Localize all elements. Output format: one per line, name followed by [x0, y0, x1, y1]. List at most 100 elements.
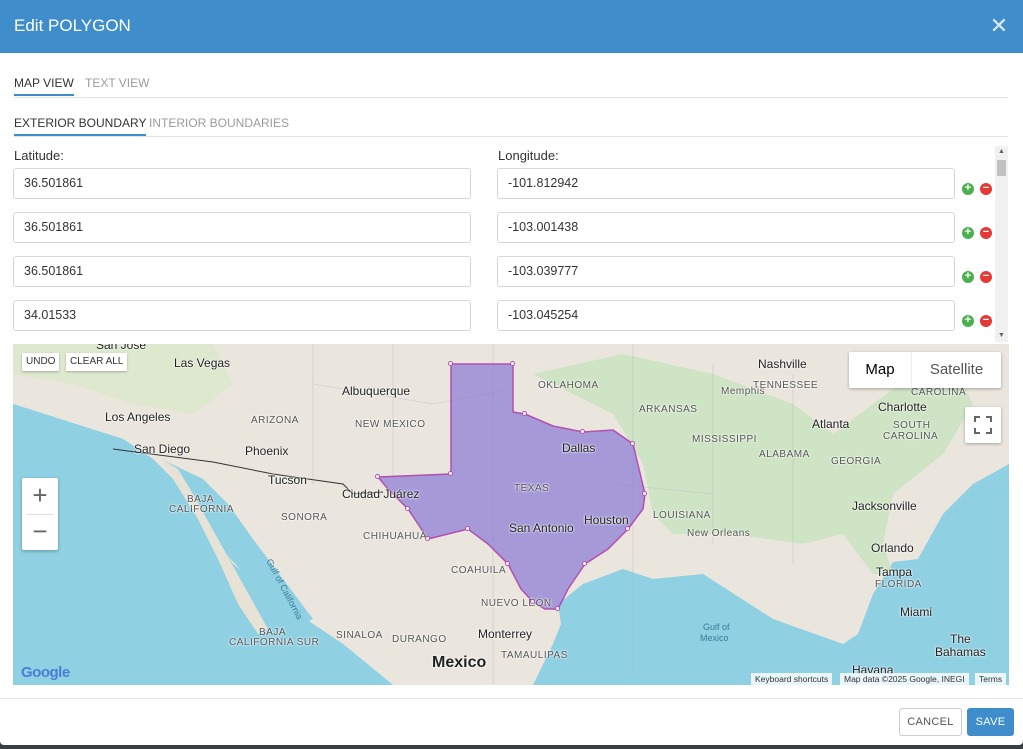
longitude-input[interactable]: -103.045254 — [497, 300, 955, 331]
remove-point-icon[interactable]: − — [980, 183, 992, 195]
coordinate-row: 36.501861 -103.001438 + − — [0, 212, 1023, 244]
longitude-input[interactable]: -103.001438 — [497, 212, 955, 243]
coordinate-list: 36.501861 -101.812942 + − 36.501861 -103… — [0, 163, 1023, 343]
latitude-label: Latitude: — [14, 148, 64, 163]
map-label: SOUTH — [893, 420, 931, 431]
map-label: Las Vegas — [174, 356, 231, 370]
map-canvas[interactable]: San Jose Las Vegas Albuquerque OKLAHOMA … — [13, 344, 1009, 685]
polygon-vertex-handle[interactable] — [580, 429, 585, 434]
add-point-icon[interactable]: + — [962, 315, 974, 327]
terms-link[interactable]: Terms — [975, 673, 1007, 685]
polygon-vertex-handle[interactable] — [465, 526, 470, 531]
longitude-label: Longitude: — [498, 148, 559, 163]
map-label: FLORIDA — [875, 579, 922, 590]
map-label: NEW MEXICO — [355, 419, 426, 430]
scroll-thumb[interactable] — [997, 160, 1006, 176]
view-tabs: MAP VIEW TEXT VIEW — [14, 70, 1008, 98]
tab-map-view[interactable]: MAP VIEW — [14, 76, 74, 96]
map-label: Charlotte — [878, 400, 927, 414]
map-label: CAROLINA — [911, 387, 967, 398]
map-type-control: Map Satellite — [849, 352, 1001, 388]
map-label: Atlanta — [812, 417, 850, 431]
boundary-tabs: EXTERIOR BOUNDARY INTERIOR BOUNDARIES — [14, 110, 1008, 137]
footer-divider — [0, 698, 1023, 699]
map-label: SONORA — [281, 512, 328, 523]
polygon-vertex-handle[interactable] — [630, 441, 635, 446]
map-label: LOUISIANA — [653, 510, 711, 521]
map-data-attribution: Map data ©2025 Google, INEGI — [840, 673, 969, 685]
latitude-input[interactable]: 36.501861 — [13, 256, 471, 287]
map-label: Gulf of — [703, 622, 730, 632]
polygon-vertex-handle[interactable] — [425, 536, 430, 541]
map-label: CALIFORNIA SUR — [229, 637, 320, 648]
edit-polygon-dialog: Edit POLYGON ✕ MAP VIEW TEXT VIEW EXTERI… — [0, 0, 1023, 745]
coordinate-row: 36.501861 -103.039777 + − — [0, 256, 1023, 288]
polygon-vertex-handle[interactable] — [448, 361, 453, 366]
polygon-vertex-handle[interactable] — [510, 361, 515, 366]
map-label: Tampa — [876, 565, 913, 579]
polygon-vertex-handle[interactable] — [582, 561, 587, 566]
map-label: ALABAMA — [759, 449, 810, 460]
polygon-vertex-handle[interactable] — [625, 526, 630, 531]
undo-button[interactable]: UNDO — [22, 353, 60, 371]
map-label: Tucson — [268, 473, 307, 487]
keyboard-shortcuts-link[interactable]: Keyboard shortcuts — [751, 673, 833, 685]
map-label: COAHUILA — [451, 565, 507, 576]
polygon-vertex-handle[interactable] — [642, 491, 647, 496]
map-type-map-button[interactable]: Map — [849, 352, 911, 388]
clear-all-button[interactable]: CLEAR ALL — [66, 353, 128, 371]
coordinate-row: 36.501861 -101.812942 + − — [0, 168, 1023, 200]
add-point-icon[interactable]: + — [962, 227, 974, 239]
map-label: Mexico — [700, 633, 729, 643]
latitude-input[interactable]: 36.501861 — [13, 168, 471, 199]
fullscreen-button[interactable] — [965, 407, 1001, 443]
polygon-vertex-handle[interactable] — [555, 606, 560, 611]
map-label: TEXAS — [514, 483, 550, 494]
zoom-out-button[interactable]: − — [22, 514, 58, 550]
map-label: San Diego — [134, 442, 191, 456]
map-label: CHIHUAHUA — [363, 531, 427, 542]
coordinate-scrollbar[interactable]: ▲ ▼ — [995, 146, 1008, 342]
cancel-button[interactable]: CANCEL — [899, 708, 962, 736]
map-label: TENNESSEE — [753, 380, 819, 391]
tab-text-view[interactable]: TEXT VIEW — [85, 76, 149, 96]
polygon-vertex-handle[interactable] — [375, 474, 380, 479]
map-label: MISSISSIPPI — [692, 434, 757, 445]
map-label: Phoenix — [245, 444, 289, 458]
map-label: Los Angeles — [105, 410, 171, 424]
remove-point-icon[interactable]: − — [980, 227, 992, 239]
add-point-icon[interactable]: + — [962, 183, 974, 195]
save-button[interactable]: SAVE — [967, 708, 1014, 736]
dialog-title: Edit POLYGON — [14, 16, 131, 35]
map-label: San Antonio — [509, 521, 574, 535]
tab-interior-boundaries[interactable]: INTERIOR BOUNDARIES — [149, 116, 289, 136]
add-point-icon[interactable]: + — [962, 271, 974, 283]
fullscreen-icon — [974, 416, 992, 434]
latitude-input[interactable]: 36.501861 — [13, 212, 471, 243]
polygon-vertex-handle[interactable] — [522, 411, 527, 416]
map-type-satellite-button[interactable]: Satellite — [911, 352, 1001, 388]
map-label: CALIFORNIA — [169, 504, 235, 515]
polygon-vertex-handle[interactable] — [505, 561, 510, 566]
map-label: TAMAULIPAS — [501, 650, 568, 661]
polygon-vertex-handle[interactable] — [530, 599, 535, 604]
polygon-vertex-handle[interactable] — [405, 506, 410, 511]
map-label: Nashville — [758, 357, 807, 371]
scroll-up-icon[interactable]: ▲ — [998, 148, 1005, 155]
remove-point-icon[interactable]: − — [980, 271, 992, 283]
polygon-vertex-handle[interactable] — [448, 471, 453, 476]
latitude-input[interactable]: 34.01533 — [13, 300, 471, 331]
coordinate-row: 34.01533 -103.045254 + − — [0, 300, 1023, 332]
longitude-input[interactable]: -103.039777 — [497, 256, 955, 287]
map-label: CAROLINA — [883, 431, 939, 442]
longitude-input[interactable]: -101.812942 — [497, 168, 955, 199]
tab-exterior-boundary[interactable]: EXTERIOR BOUNDARY — [14, 116, 147, 136]
zoom-in-button[interactable]: + — [22, 478, 58, 514]
google-logo: Google — [21, 664, 70, 681]
scroll-down-icon[interactable]: ▼ — [998, 332, 1005, 339]
map-label: DURANGO — [392, 634, 447, 645]
close-icon[interactable]: ✕ — [987, 12, 1011, 40]
remove-point-icon[interactable]: − — [980, 315, 992, 327]
map-label: NUEVO LEÓN — [481, 598, 552, 609]
map-label: Mexico — [432, 654, 487, 671]
